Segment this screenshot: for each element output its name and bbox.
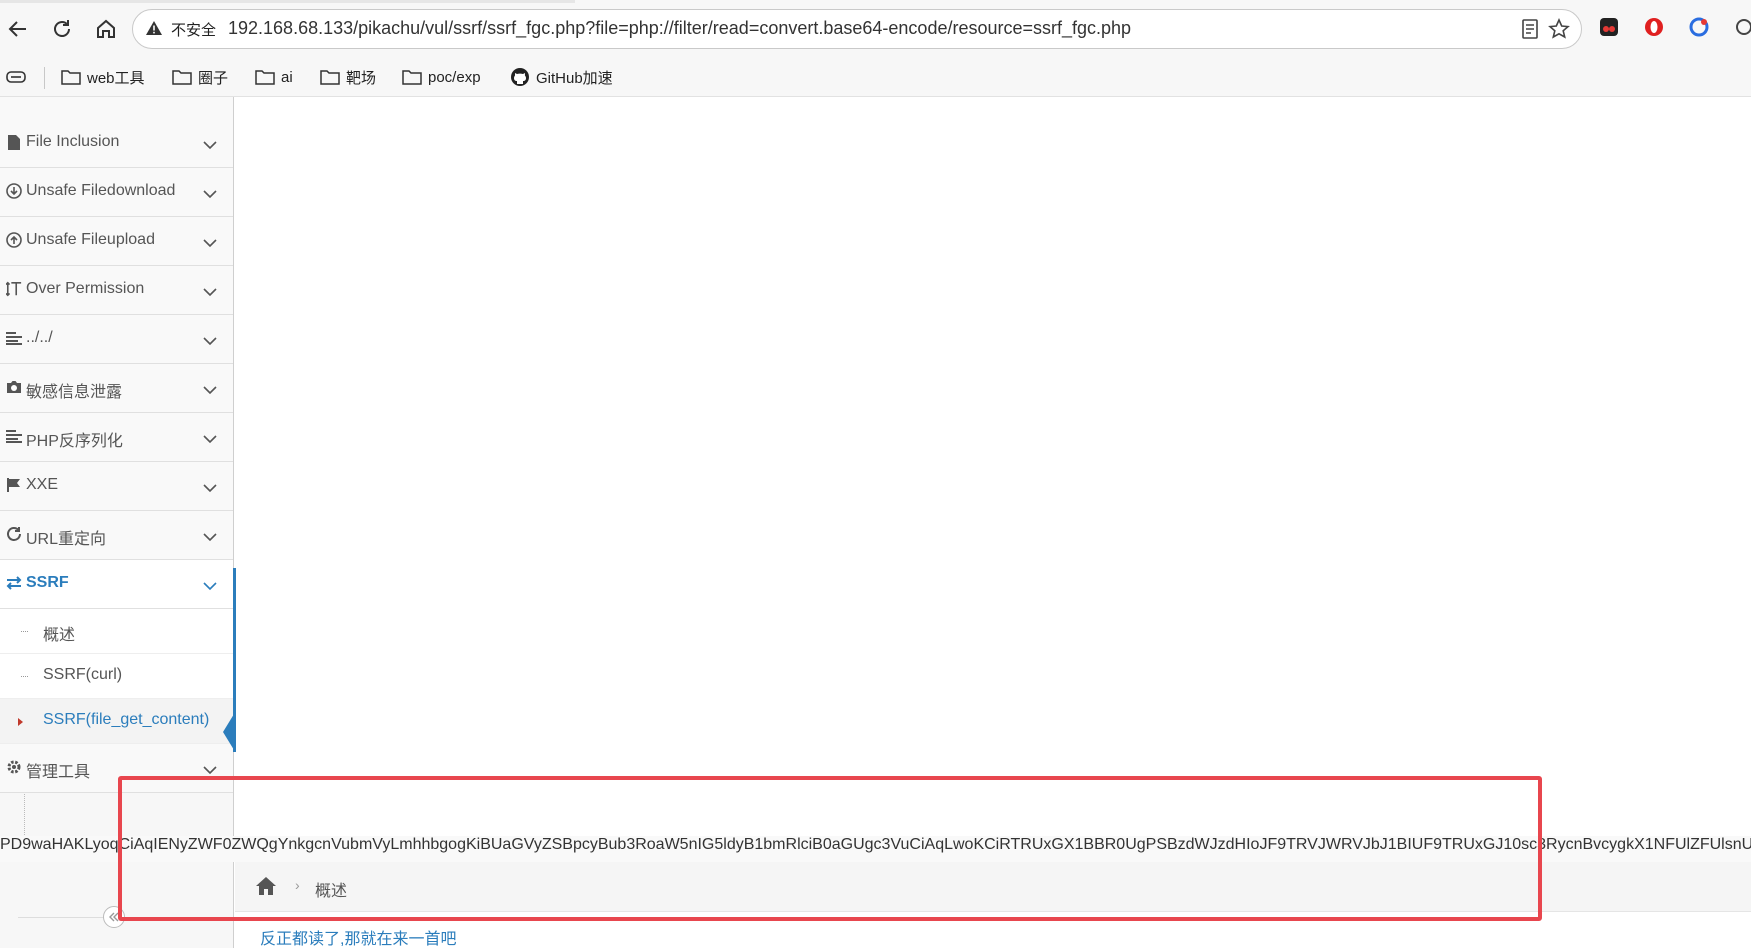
flag-icon — [6, 477, 22, 493]
back-icon[interactable] — [3, 14, 33, 44]
sidebar-item-ssrf[interactable]: SSRF — [0, 560, 233, 609]
chevron-down-icon — [203, 382, 217, 400]
bookmark-web-tools[interactable]: web工具 — [61, 65, 145, 89]
url-text[interactable]: 192.168.68.133/pikachu/vul/ssrf/ssrf_fgc… — [228, 18, 1131, 39]
folder-icon — [61, 70, 81, 85]
sidebar-item-label: PHP反序列化 — [26, 433, 123, 450]
sidebar-item-label: 敏感信息泄露 — [26, 384, 123, 401]
refresh-icon — [6, 526, 22, 542]
extensions-puzzle-icon[interactable] — [1733, 16, 1751, 42]
extension-blue-icon[interactable] — [1688, 16, 1714, 42]
apps-icon[interactable] — [6, 65, 32, 89]
submenu-item-ssrf-curl[interactable]: SSRF(curl) — [0, 654, 233, 699]
chevron-down-icon — [203, 480, 217, 498]
caret-right-icon — [18, 718, 23, 726]
bookmarks-separator — [44, 67, 45, 89]
submenu-item-overview[interactable]: 概述 — [0, 609, 233, 654]
sidebar-item-dir-traversal[interactable]: ../../ — [0, 315, 233, 364]
sidebar-item-file-inclusion[interactable]: File Inclusion — [0, 119, 233, 168]
sidebar-item-admin-tools[interactable]: 管理工具 — [0, 744, 233, 793]
extension-red-icon[interactable] — [1643, 16, 1669, 42]
reload-icon[interactable] — [47, 14, 77, 44]
bookmark-github-speedup[interactable]: GitHub加速 — [510, 65, 613, 89]
submenu-item-label: SSRF(curl) — [43, 666, 123, 683]
bookmark-label: 靶场 — [346, 69, 377, 87]
sidebar-item-label: URL重定向 — [26, 531, 107, 548]
submenu-item-ssrf-file-get-content[interactable]: SSRF(file_get_content) — [0, 699, 233, 744]
chevron-down-icon — [203, 284, 217, 302]
chevron-down-icon — [203, 333, 217, 351]
chevron-down-icon — [203, 186, 217, 204]
sidebar-item-over-permission[interactable]: Over Permission — [0, 266, 233, 315]
folder-icon — [402, 70, 422, 85]
home-icon[interactable] — [91, 14, 121, 44]
sidebar-item-label: Over Permission — [26, 280, 145, 297]
sidebar: File Inclusion Unsafe Filedownload Unsaf… — [0, 97, 234, 948]
camera-icon — [6, 379, 22, 395]
read-again-link[interactable]: 反正都读了,那就在来一首吧 — [260, 925, 456, 949]
align-left-icon — [6, 428, 22, 444]
sidebar-item-label: XXE — [26, 476, 59, 493]
sidebar-item-xxe[interactable]: XXE — [0, 462, 233, 511]
sidebar-item-label: SSRF — [26, 574, 69, 591]
upload-circle-icon — [6, 232, 22, 248]
sidebar-item-label: File Inclusion — [26, 133, 120, 150]
breadcrumb-current: 概述 — [315, 883, 348, 900]
exchange-icon — [6, 575, 22, 591]
double-chevron-left-icon — [109, 912, 119, 922]
collapse-sidebar-button[interactable] — [103, 906, 125, 928]
sidebar-item-sensitive-info-leak[interactable]: 敏感信息泄露 — [0, 364, 233, 413]
sidebar-item-label: Unsafe Filedownload — [26, 182, 176, 199]
tab-strip-edge — [0, 0, 575, 3]
warning-icon[interactable] — [145, 20, 163, 41]
submenu-item-label: SSRF(file_get_content) — [43, 711, 210, 728]
bookmark-label: poc/exp — [428, 68, 481, 86]
sidebar-item-label: 管理工具 — [26, 764, 91, 781]
folder-icon — [255, 70, 275, 85]
address-bar[interactable]: 不安全 192.168.68.133/pikachu/vul/ssrf/ssrf… — [132, 9, 1582, 49]
base64-output: PD9waHAKLyoqCiAqIENyZWF0ZWQgYnkgcnVubmVy… — [0, 836, 1751, 862]
active-pointer-arrow — [223, 714, 234, 750]
gear-icon — [6, 759, 22, 775]
sidebar-item-php-deserialization[interactable]: PHP反序列化 — [0, 413, 233, 462]
chevron-down-icon — [203, 137, 217, 155]
file-icon — [6, 134, 22, 150]
tree-connector — [21, 676, 28, 677]
bookmark-poc-exp[interactable]: poc/exp — [402, 65, 481, 89]
submenu-item-label: 概述 — [43, 627, 76, 644]
sidebar-item-unsafe-filedownload[interactable]: Unsafe Filedownload — [0, 168, 233, 217]
download-circle-icon — [6, 183, 22, 199]
bookmark-label: GitHub加速 — [536, 69, 613, 87]
bookmark-ai[interactable]: ai — [255, 65, 293, 89]
browser-toolbar: 不安全 192.168.68.133/pikachu/vul/ssrf/ssrf… — [0, 0, 1751, 57]
home-icon[interactable] — [255, 876, 277, 901]
chevron-down-icon — [203, 578, 217, 596]
folder-icon — [320, 70, 340, 85]
bookmark-circle[interactable]: 圈子 — [172, 65, 228, 89]
tree-connector — [21, 631, 28, 632]
align-left-icon — [6, 330, 22, 346]
bookmark-label: ai — [281, 68, 293, 86]
sidebar-item-url-redirect[interactable]: URL重定向 — [0, 511, 233, 560]
sidebar-item-unsafe-fileupload[interactable]: Unsafe Fileupload — [0, 217, 233, 266]
sidebar-item-label: Unsafe Fileupload — [26, 231, 155, 248]
chevron-down-icon — [203, 529, 217, 547]
sidebar-item-label: ../../ — [26, 329, 53, 346]
bookmark-label: web工具 — [87, 69, 145, 87]
chevron-down-icon — [203, 762, 217, 780]
chevron-down-icon — [203, 235, 217, 253]
text-height-icon — [6, 281, 22, 297]
breadcrumb: › 概述 — [235, 862, 1751, 912]
insecure-label[interactable]: 不安全 — [171, 19, 216, 40]
bookmark-label: 圈子 — [198, 69, 229, 87]
reader-mode-icon[interactable] — [1520, 18, 1540, 45]
bookmark-range[interactable]: 靶场 — [320, 65, 376, 89]
extension-dark-icon[interactable] — [1598, 16, 1624, 42]
folder-icon — [172, 70, 192, 85]
github-icon — [511, 68, 529, 86]
chevron-right-icon: › — [295, 877, 300, 893]
chevron-down-icon — [203, 431, 217, 449]
bookmarks-bar: web工具 圈子 ai 靶场 poc/exp GitHub加速 — [0, 57, 1751, 97]
bookmark-star-icon[interactable] — [1548, 18, 1570, 45]
